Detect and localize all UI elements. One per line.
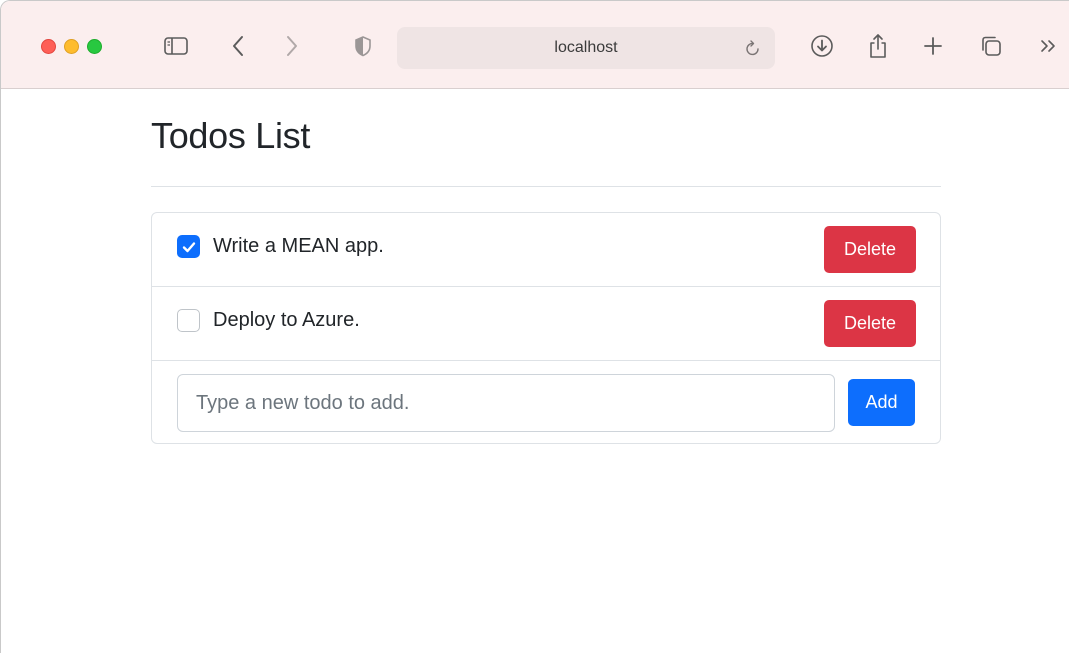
delete-button[interactable]: Delete (824, 226, 916, 273)
todo-item: Deploy to Azure. Delete (152, 287, 940, 361)
address-bar[interactable]: localhost (397, 27, 775, 69)
todo-item: Write a MEAN app. Delete (152, 213, 940, 287)
todo-checkbox[interactable] (177, 235, 200, 258)
share-icon[interactable] (863, 31, 893, 61)
reload-icon[interactable] (743, 37, 763, 59)
delete-button[interactable]: Delete (824, 300, 916, 347)
title-divider (151, 186, 941, 187)
more-icon[interactable] (1034, 31, 1064, 61)
back-icon[interactable] (223, 31, 253, 61)
todo-text: Deploy to Azure. (213, 309, 360, 331)
download-icon[interactable] (807, 31, 837, 61)
browser-window: localhost Todos List Write a MEAN app. D… (0, 0, 1069, 653)
new-todo-row: Add (152, 361, 940, 444)
todo-checkbox[interactable] (177, 309, 200, 332)
page-title: Todos List (151, 115, 311, 156)
sidebar-icon[interactable] (161, 31, 191, 61)
minimize-window-button[interactable] (64, 39, 79, 54)
new-todo-input[interactable] (177, 374, 835, 432)
address-url: localhost (554, 39, 618, 56)
tabs-icon[interactable] (976, 31, 1006, 61)
add-button[interactable]: Add (848, 379, 915, 426)
shield-icon[interactable] (348, 31, 378, 61)
forward-icon[interactable] (277, 31, 307, 61)
todo-list: Write a MEAN app. Delete Deploy to Azure… (151, 212, 941, 444)
todo-text: Write a MEAN app. (213, 235, 384, 257)
browser-toolbar: localhost (1, 1, 1069, 89)
zoom-window-button[interactable] (87, 39, 102, 54)
check-icon (182, 241, 195, 252)
plus-icon[interactable] (918, 31, 948, 61)
close-window-button[interactable] (41, 39, 56, 54)
